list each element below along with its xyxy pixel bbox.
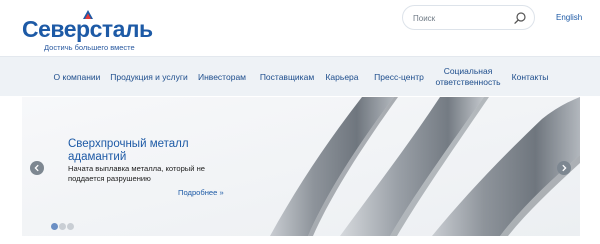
nav-item-career[interactable]: Карьера	[322, 57, 362, 97]
search-icon[interactable]	[513, 11, 527, 25]
hero-banner: Сверхпрочный металл адамантий Начата вып…	[22, 97, 580, 236]
nav-item-suppliers[interactable]: Поставщикам	[256, 57, 318, 97]
language-switch-link[interactable]: English	[556, 13, 582, 22]
logo[interactable]: Северсталь Достичь большего вместе	[22, 6, 172, 52]
nav-item-investors[interactable]: Инвесторам	[194, 57, 250, 97]
chevron-right-icon	[562, 164, 567, 172]
slider-dot-2[interactable]	[59, 223, 66, 230]
nav-item-contacts[interactable]: Контакты	[508, 57, 552, 97]
slider-prev-button[interactable]	[30, 161, 44, 175]
chevron-left-icon	[34, 164, 39, 172]
banner-text: Начата выплавка металла, который не подд…	[68, 164, 206, 183]
logo-text: Северсталь	[22, 16, 153, 42]
slider-next-button[interactable]	[557, 161, 571, 175]
main-nav: О компании Продукция и услуги Инвесторам…	[0, 56, 600, 96]
banner-more-link[interactable]: Подробнее »	[178, 188, 224, 197]
nav-item-social[interactable]: Социальная ответственность	[430, 57, 506, 97]
search-input[interactable]	[413, 10, 509, 26]
logo-tagline: Достичь большего вместе	[44, 43, 135, 52]
nav-item-about[interactable]: О компании	[44, 57, 110, 97]
banner-title: Сверхпрочный металл адамантий	[68, 138, 189, 163]
search-box	[402, 5, 535, 30]
slider-dot-3[interactable]	[67, 223, 74, 230]
nav-item-products[interactable]: Продукция и услуги	[108, 57, 190, 97]
nav-item-press[interactable]: Пресс-центр	[368, 57, 430, 97]
slider-dots	[51, 223, 81, 231]
slider-dot-1[interactable]	[51, 223, 58, 230]
site-header: Северсталь Достичь большего вместе Engli…	[0, 0, 600, 56]
